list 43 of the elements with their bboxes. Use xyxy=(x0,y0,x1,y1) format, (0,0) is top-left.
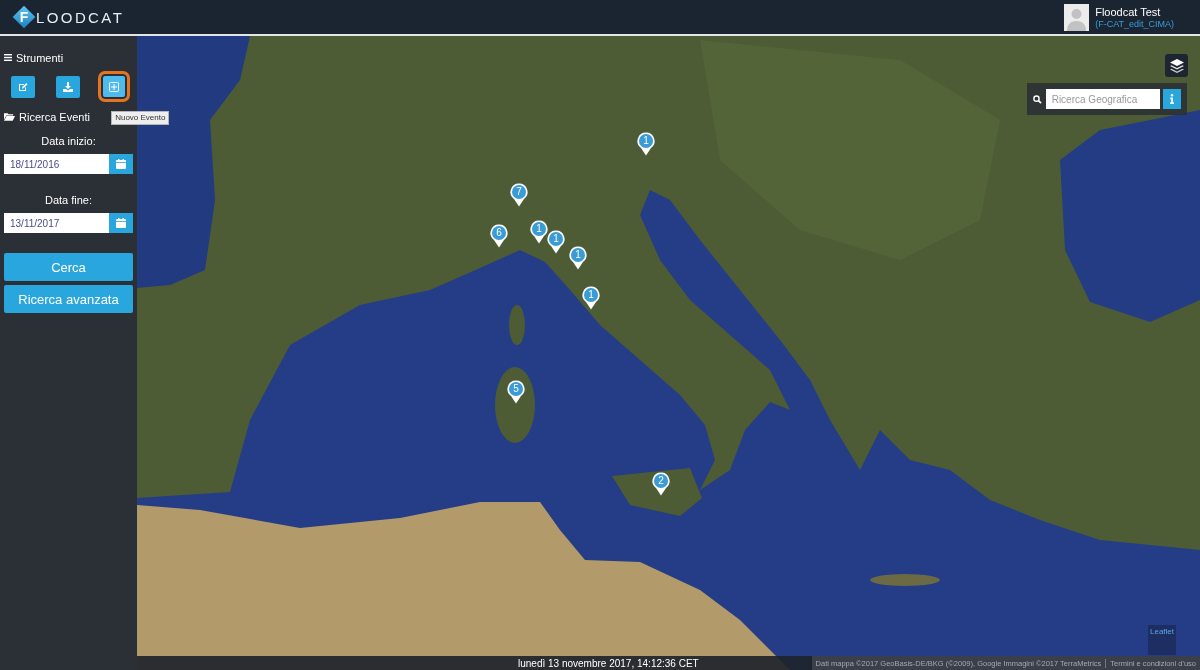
tool-button[interactable] xyxy=(98,71,131,102)
calendar-button[interactable] xyxy=(109,213,133,233)
date-field[interactable]: 18/11/2016 xyxy=(4,154,109,174)
download-icon xyxy=(63,81,74,92)
plus-square-icon xyxy=(109,81,120,92)
leaflet-link[interactable]: Leaflet xyxy=(1148,625,1176,655)
cluster-marker[interactable]: 1 xyxy=(530,220,548,244)
layers-icon xyxy=(1169,58,1184,73)
avatar-icon xyxy=(1064,3,1090,31)
logo-text: LOODCAT xyxy=(36,8,125,26)
section-title: Ricerca Eventi xyxy=(19,110,90,123)
date-field[interactable]: 13/11/2017 xyxy=(4,213,109,233)
cluster-marker[interactable]: 1 xyxy=(637,132,655,156)
calendar-icon xyxy=(116,159,126,169)
folder-icon xyxy=(4,112,15,121)
cluster-marker[interactable]: 5 xyxy=(507,380,525,404)
cluster-marker[interactable]: 1 xyxy=(569,246,587,270)
calendar-icon xyxy=(116,218,126,228)
cluster-marker[interactable]: 7 xyxy=(510,183,528,207)
cluster-marker[interactable]: 1 xyxy=(547,230,565,254)
tool-button[interactable] xyxy=(10,75,35,98)
layers-button[interactable] xyxy=(1165,54,1188,77)
field-label: Data inizio: xyxy=(40,135,97,148)
advanced-search-button[interactable]: Ricerca avanzata xyxy=(4,285,133,313)
search-icon xyxy=(1033,94,1042,104)
geo-search-field[interactable]: Ricerca Geografica xyxy=(1045,89,1160,109)
info-button[interactable] xyxy=(1162,89,1181,109)
calendar-button[interactable] xyxy=(109,154,133,174)
section-title: Strumenti xyxy=(16,51,64,64)
cluster-marker[interactable]: 1 xyxy=(582,286,600,310)
info-icon xyxy=(1169,94,1174,104)
cluster-marker[interactable]: 6 xyxy=(490,224,508,248)
logo-mark: F xyxy=(13,6,35,28)
date-time-text: lunedì 13 novembre 2017, 14:12:36 CET xyxy=(518,657,699,669)
search-button[interactable]: Cerca xyxy=(4,253,133,281)
menu-icon xyxy=(4,54,12,61)
edit-icon xyxy=(17,81,28,92)
tool-button[interactable] xyxy=(56,75,81,98)
tooltip: Nuovo Evento xyxy=(111,111,170,125)
cluster-marker[interactable]: 2 xyxy=(652,472,670,496)
user-role-link[interactable]: (F-CAT_edit_CIMA) xyxy=(1095,18,1174,29)
field-label: Data fine: xyxy=(43,194,94,207)
user-name: Floodcat Test xyxy=(1095,5,1162,18)
